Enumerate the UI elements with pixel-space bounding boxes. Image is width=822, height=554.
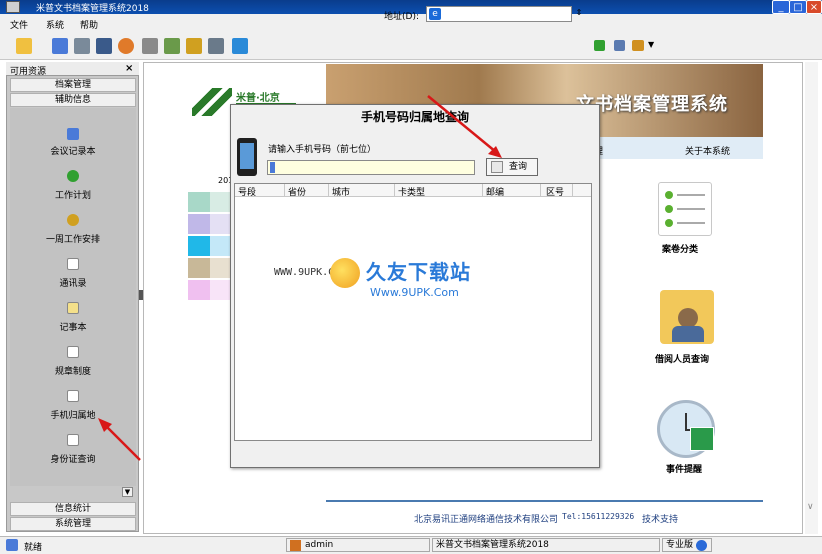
status-app-name: 米普文书档案管理系统2018 — [432, 538, 660, 552]
user-status-icon — [290, 540, 301, 551]
annotation-arrows — [98, 95, 502, 461]
arrow-sidebar-line — [103, 423, 141, 461]
arrow-button-line — [427, 95, 497, 153]
status-user: admin — [286, 538, 430, 552]
help-icon[interactable] — [696, 540, 707, 551]
status-icon — [6, 539, 18, 551]
status-ready: 就绪 — [24, 543, 43, 553]
